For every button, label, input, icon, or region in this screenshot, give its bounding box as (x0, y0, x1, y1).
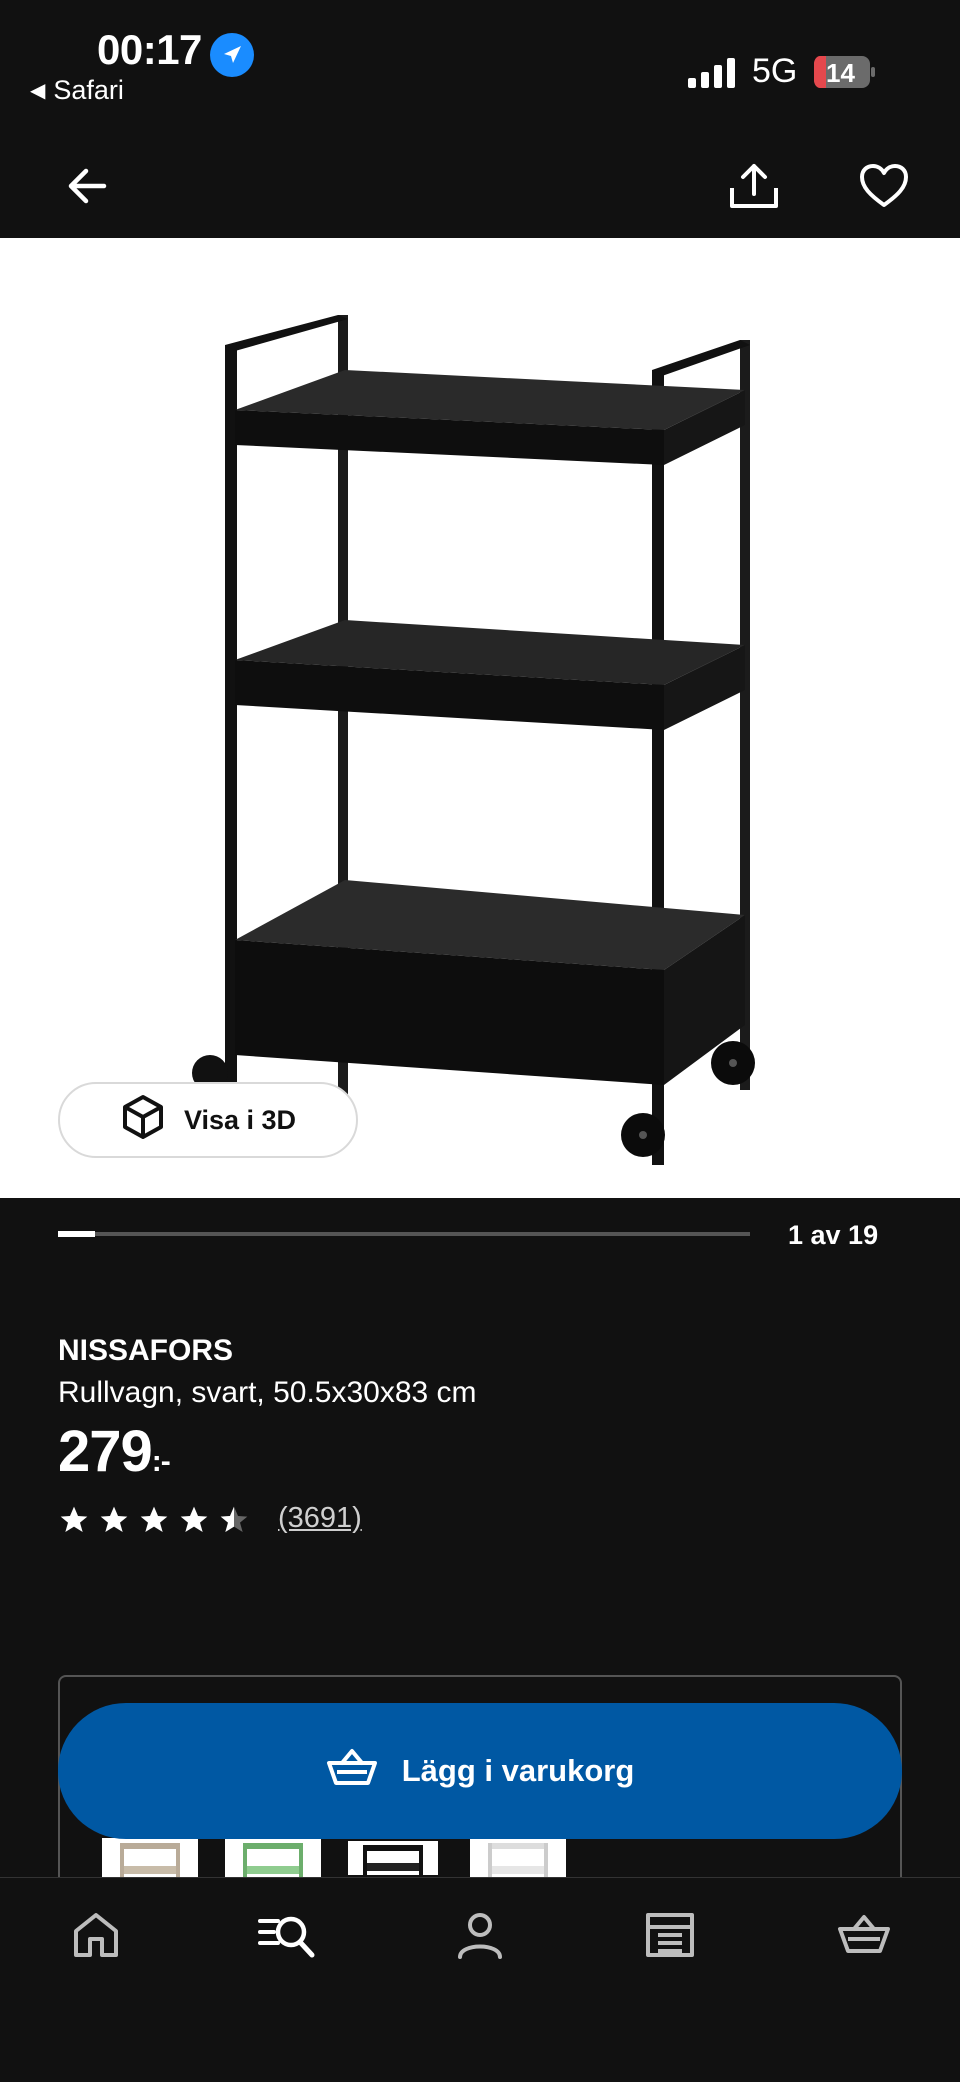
variant-thumb-beige[interactable] (102, 1838, 198, 1878)
gallery-progress-track (58, 1232, 750, 1236)
half-star-icon (220, 1506, 248, 1532)
price-value: 279 (58, 1419, 153, 1484)
heart-icon[interactable] (856, 158, 912, 214)
cube-3d-icon (120, 1094, 166, 1147)
rating-count-link[interactable]: (3691) (278, 1502, 362, 1535)
gallery-progress-fill (58, 1231, 95, 1237)
location-arrow-icon (210, 33, 254, 77)
product-price: 279:- (58, 1418, 171, 1485)
back-app-label: Safari (53, 75, 124, 105)
battery-level: 14 (826, 58, 855, 88)
home-icon[interactable] (66, 1905, 126, 1965)
signal-icon (688, 56, 738, 88)
cart-icon[interactable] (834, 1905, 894, 1965)
view-in-3d-button[interactable]: Visa i 3D (58, 1082, 358, 1158)
view-in-3d-label: Visa i 3D (183, 1104, 297, 1135)
star-icon (60, 1506, 88, 1532)
star-icon (140, 1506, 168, 1532)
share-icon[interactable] (726, 158, 782, 214)
search-icon[interactable] (256, 1905, 316, 1965)
basket-icon (326, 1745, 378, 1797)
profile-icon[interactable] (450, 1905, 510, 1965)
star-icon (180, 1506, 208, 1532)
price-suffix: :- (151, 1445, 171, 1478)
add-to-cart-button[interactable]: Lägg i varukorg (58, 1703, 902, 1839)
battery-icon: 14 (814, 56, 876, 88)
variant-thumb-black[interactable] (345, 1838, 441, 1878)
product-name: NISSAFORS (58, 1334, 234, 1367)
back-to-app[interactable]: ◀ Safari (30, 75, 124, 106)
back-arrow-icon[interactable] (60, 158, 116, 214)
product-cart-illustration (192, 315, 755, 1165)
network-type: 5G (752, 52, 798, 90)
variant-thumb-white[interactable] (470, 1838, 566, 1878)
rating-stars[interactable] (58, 1504, 250, 1536)
variant-thumb-green[interactable] (225, 1838, 321, 1878)
add-to-cart-label: Lägg i varukorg (401, 1753, 635, 1788)
product-description: Rullvagn, svart, 50.5x30x83 cm (58, 1376, 477, 1409)
star-icon (100, 1506, 128, 1532)
store-icon[interactable] (640, 1905, 700, 1965)
gallery-page-indicator: 1 av 19 (788, 1220, 879, 1250)
status-time: 00:17 (97, 26, 202, 73)
back-triangle-icon: ◀ (30, 80, 46, 102)
